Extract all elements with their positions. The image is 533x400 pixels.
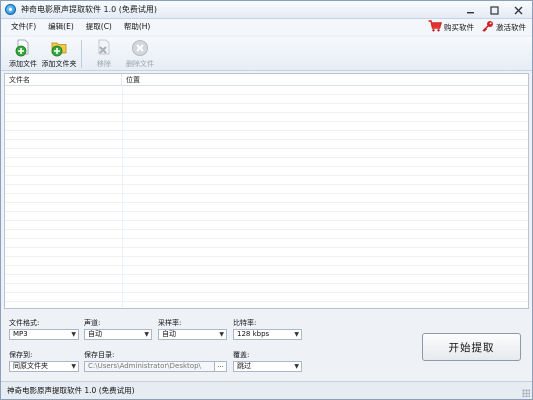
add-file-button[interactable]: 添加文件 [5, 37, 41, 71]
add-folder-button[interactable]: 添加文件夹 [41, 37, 77, 71]
window-title: 神奇电影原声提取软件 1.0 (免费试用) [21, 5, 158, 14]
dropdown-arrow-icon: ▼ [71, 363, 76, 370]
toolbar: 添加文件 添加文件夹 移除 删除文件 [1, 37, 532, 71]
settings-panel: 文件格式: MP3 ▼ 声道: 自动 ▼ 采样率: 自动 ▼ 比特率: 128 … [1, 311, 532, 379]
format-value: MP3 [13, 330, 28, 338]
channel-label: 声道: [84, 319, 101, 327]
save-to-label: 保存到: [9, 351, 33, 359]
activate-software-link[interactable]: 激活软件 [482, 20, 526, 34]
menu-extract[interactable]: 提取(C) [80, 19, 118, 35]
close-icon[interactable] [512, 4, 524, 16]
list-header: 文件名 位置 [5, 74, 528, 86]
bitrate-label: 比特率: [233, 319, 257, 327]
remove-button[interactable]: 移除 [86, 37, 122, 71]
shopping-cart-icon [428, 20, 442, 34]
bitrate-value: 128 kbps [237, 330, 270, 338]
status-bar: 神奇电影原声提取软件 1.0 (免费试用) [1, 381, 532, 399]
dropdown-arrow-icon: ▼ [144, 331, 149, 338]
buy-software-label: 购买软件 [444, 22, 474, 32]
save-to-value: 同原文件夹 [13, 362, 48, 370]
delete-file-icon [131, 39, 149, 57]
add-folder-label: 添加文件夹 [41, 60, 77, 68]
delete-file-button[interactable]: 删除文件 [122, 37, 158, 71]
add-file-icon [14, 39, 32, 57]
format-select[interactable]: MP3 ▼ [9, 329, 79, 340]
menu-edit[interactable]: 编辑(E) [42, 19, 80, 35]
add-file-label: 添加文件 [9, 60, 37, 68]
remove-icon [95, 39, 113, 57]
start-extract-button[interactable]: 开始提取 [422, 333, 521, 361]
menubar-right: 购买软件 激活软件 [428, 19, 526, 35]
format-label: 文件格式: [9, 319, 40, 327]
status-text: 神奇电影原声提取软件 1.0 (免费试用) [7, 386, 135, 395]
app-window: 神奇电影原声提取软件 1.0 (免费试用) 文件(F) 编辑(E) 提取(C) … [0, 0, 533, 400]
overwrite-select[interactable]: 跳过 ▼ [233, 361, 302, 372]
sample-rate-select[interactable]: 自动 ▼ [158, 329, 227, 340]
menu-help[interactable]: 帮助(H) [118, 19, 157, 35]
maximize-icon[interactable] [488, 4, 500, 16]
overwrite-label: 覆盖: [233, 351, 250, 359]
sample-rate-value: 自动 [162, 330, 176, 338]
file-list[interactable]: 文件名 位置 [4, 73, 529, 309]
save-dir-input[interactable]: C:\Users\Administrator\Desktop\ ... [84, 361, 227, 372]
buy-software-link[interactable]: 购买软件 [428, 20, 474, 34]
window-controls [464, 1, 530, 19]
menu-file[interactable]: 文件(F) [5, 19, 42, 35]
save-dir-value: C:\Users\Administrator\Desktop\ [88, 362, 201, 370]
dropdown-arrow-icon: ▼ [219, 331, 224, 338]
dropdown-arrow-icon: ▼ [71, 331, 76, 338]
resize-grip-icon[interactable] [522, 389, 530, 397]
minimize-icon[interactable] [464, 4, 476, 16]
column-location[interactable]: 位置 [122, 74, 528, 85]
sample-rate-label: 采样率: [158, 319, 182, 327]
add-folder-icon [50, 39, 68, 57]
app-icon [5, 4, 16, 15]
channel-value: 自动 [88, 330, 102, 338]
dropdown-arrow-icon: ▼ [294, 331, 299, 338]
dropdown-arrow-icon: ▼ [294, 363, 299, 370]
browse-button[interactable]: ... [214, 362, 226, 371]
bitrate-select[interactable]: 128 kbps ▼ [233, 329, 302, 340]
delete-file-label: 删除文件 [126, 60, 154, 68]
key-icon [482, 20, 494, 34]
title-bar: 神奇电影原声提取软件 1.0 (免费试用) [1, 1, 532, 19]
toolbar-separator [81, 40, 82, 68]
save-dir-label: 保存目录: [84, 351, 115, 359]
remove-label: 移除 [97, 60, 111, 68]
save-to-select[interactable]: 同原文件夹 ▼ [9, 361, 79, 372]
list-body[interactable] [5, 86, 528, 308]
channel-select[interactable]: 自动 ▼ [84, 329, 152, 340]
column-divider [122, 86, 123, 308]
menu-bar: 文件(F) 编辑(E) 提取(C) 帮助(H) 购买软件 激活软件 [1, 19, 532, 35]
overwrite-value: 跳过 [237, 362, 251, 370]
column-filename[interactable]: 文件名 [5, 74, 122, 85]
activate-software-label: 激活软件 [496, 22, 526, 32]
